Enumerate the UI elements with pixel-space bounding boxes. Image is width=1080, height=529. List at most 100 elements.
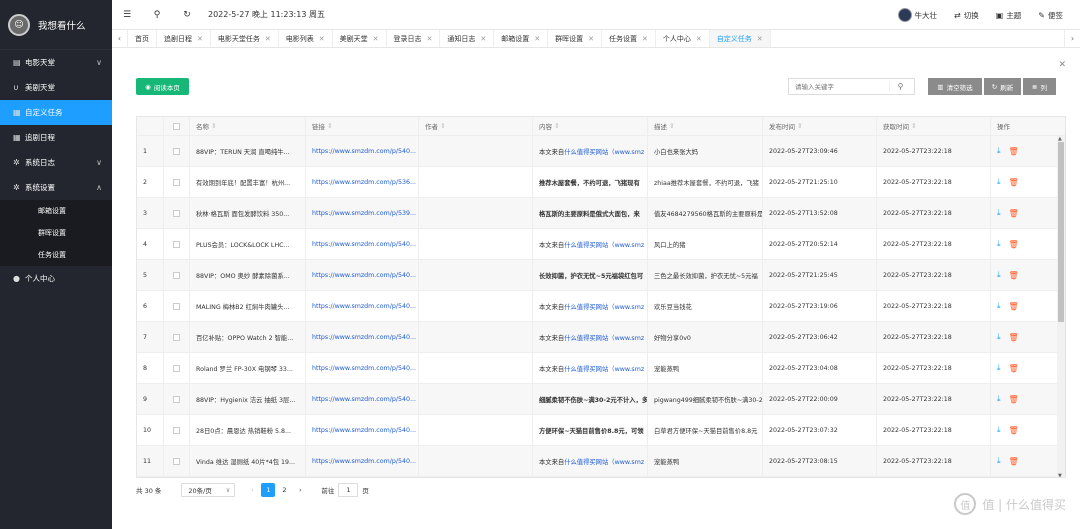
scroll-thumb[interactable] [1058,142,1064,322]
search-icon[interactable]: ⚲ [889,82,911,91]
download-icon[interactable]: ⤓ [997,363,1001,373]
cell-link[interactable]: https://www.smzdm.com/p/539... [306,198,419,228]
delete-icon[interactable]: 🗑 [1009,209,1019,218]
table-row[interactable]: 11 Vinda 维达 湿厕纸 40片*4包 19... https://www.s… [137,446,1065,477]
download-icon[interactable]: ⤓ [997,425,1001,435]
close-icon[interactable]: ✕ [265,35,271,43]
table-row[interactable]: 4 PLUS会员：LOCK&LOCK LHC... https://www.smzd… [137,229,1065,260]
row-checkbox[interactable] [173,271,180,279]
download-icon[interactable]: ⤓ [997,332,1001,342]
delete-icon[interactable]: 🗑 [1009,240,1019,249]
tab-8[interactable]: 群晖设置 ✕ [548,30,602,47]
sidebar-item-1[interactable]: ∪ 美剧天堂 [0,75,112,100]
search-icon[interactable]: ⚲ [142,10,172,20]
cell-link[interactable]: https://www.smzdm.com/p/540... [306,136,419,166]
user-menu[interactable]: 牛大壮 [897,8,937,22]
download-icon[interactable]: ⤓ [997,270,1001,280]
note-button[interactable]: ✎ 便签 [1038,10,1063,21]
row-checkbox[interactable] [173,364,180,372]
cell-link[interactable]: https://www.smzdm.com/p/540... [306,322,419,352]
tabs-next-icon[interactable]: › [1064,30,1080,47]
tabs-prev-icon[interactable]: ‹ [112,30,128,47]
refresh-icon[interactable]: ↻ [172,10,202,20]
download-icon[interactable]: ⤓ [997,177,1001,187]
row-checkbox[interactable] [173,395,180,403]
cell-link[interactable]: https://www.smzdm.com/p/540... [306,291,419,321]
vertical-scrollbar[interactable]: ▲ ▼ [1057,136,1065,477]
header-pub-time[interactable]: 发布时间 ⇕ [763,117,877,135]
cell-link[interactable]: https://www.smzdm.com/p/540... [306,229,419,259]
cell-link[interactable]: https://www.smzdm.com/p/540... [306,353,419,383]
table-row[interactable]: 1 88VIP：TERUN 天润 直喝纯牛... https://www.smzdm… [137,136,1065,167]
download-icon[interactable]: ⤓ [997,301,1001,311]
sidebar-item-0[interactable]: ▤ 电影天堂 ∨ [0,50,112,75]
row-checkbox[interactable] [173,240,180,248]
table-row[interactable]: 5 88VIP：OMO 奥妙 酵素除菌系... https://www.smzdm.… [137,260,1065,291]
close-icon[interactable]: ✕ [427,35,433,43]
tab-11[interactable]: 自定义任务 ✕ [709,30,771,47]
tab-3[interactable]: 电影列表 ✕ [279,30,333,47]
close-icon[interactable]: ✕ [373,35,379,43]
tab-2[interactable]: 电影天堂任务 ✕ [211,30,279,47]
download-icon[interactable]: ⤓ [997,208,1001,218]
close-icon[interactable]: ✕ [757,35,763,43]
close-icon[interactable]: ✕ [319,35,325,43]
row-checkbox[interactable] [173,426,180,434]
theme-button[interactable]: ▣ 主题 [996,10,1022,21]
sidebar-subitem-1[interactable]: 群晖设置 [0,222,112,244]
sidebar-item-3[interactable]: ▦ 追剧日程 [0,125,112,150]
header-link[interactable]: 链接 ⇕ [306,117,419,135]
sidebar-item-user-center[interactable]: ● 个人中心 [0,266,112,291]
read-page-button[interactable]: ◉ 阅读本页 [136,78,189,95]
tab-4[interactable]: 美剧天堂 ✕ [333,30,387,47]
sidebar-item-5[interactable]: ✲ 系统设置 ∧ [0,175,112,200]
header-got-time[interactable]: 获取时间 ⇕ [877,117,991,135]
switch-button[interactable]: ⇄ 切换 [954,10,979,21]
cell-link[interactable]: https://www.smzdm.com/p/540... [306,260,419,290]
close-icon[interactable]: ✕ [480,35,486,43]
table-row[interactable]: 2 有效期到年底！配置丰富！杭州... https://www.smzdm.com/… [137,167,1065,198]
cell-link[interactable]: https://www.smzdm.com/p/540... [306,446,419,476]
table-row[interactable]: 6 MALING 梅林B2 红焖牛肉罐头... https://www.smzdm.… [137,291,1065,322]
clear-filter-button[interactable]: ▥ 清空筛选 [928,78,982,95]
sidebar-item-4[interactable]: ✲ 系统日志 ∨ [0,150,112,175]
prev-page-icon[interactable]: ‹ [245,483,259,497]
sidebar-subitem-2[interactable]: 任务设置 [0,244,112,266]
table-row[interactable]: 10 28日0点：晨恩达 热销鞋粉 5.8... https://www.smzdm… [137,415,1065,446]
delete-icon[interactable]: 🗑 [1009,457,1019,466]
page-size-select[interactable]: 20条/页 ∨ [181,483,236,497]
close-icon[interactable]: ✕ [696,35,702,43]
sidebar-subitem-0[interactable]: 邮箱设置 [0,200,112,222]
cell-link[interactable]: https://www.smzdm.com/p/536... [306,167,419,197]
scroll-down-icon[interactable]: ▼ [1058,473,1062,477]
search-input[interactable] [789,82,889,91]
delete-icon[interactable]: 🗑 [1009,147,1019,156]
close-icon[interactable]: ✕ [642,35,648,43]
menu-toggle-icon[interactable]: ☰ [112,10,142,20]
download-icon[interactable]: ⤓ [997,456,1001,466]
tab-7[interactable]: 邮箱设置 ✕ [494,30,549,47]
close-icon[interactable]: ✕ [197,35,203,43]
header-desc[interactable]: 描述 ⇕ [648,117,763,135]
row-checkbox[interactable] [173,147,180,155]
delete-icon[interactable]: 🗑 [1009,395,1019,404]
header-content[interactable]: 内容 ⇕ [533,117,648,135]
table-row[interactable]: 7 百亿补贴：OPPO Watch 2 智能... https://www.smzd… [137,322,1065,353]
tab-0[interactable]: 首页 [128,30,157,47]
table-row[interactable]: 9 88VIP：Hygienix 洁云 抽纸 3层... https://www.s… [137,384,1065,415]
close-icon[interactable]: ✕ [588,35,594,43]
cell-link[interactable]: https://www.smzdm.com/p/540... [306,415,419,445]
delete-icon[interactable]: 🗑 [1009,426,1019,435]
goto-page-input[interactable]: 1 [338,483,359,497]
header-name[interactable]: 名称 ⇕ [190,117,306,135]
tab-10[interactable]: 个人中心 ✕ [656,30,710,47]
delete-icon[interactable]: 🗑 [1009,271,1019,280]
download-icon[interactable]: ⤓ [997,239,1001,249]
tab-1[interactable]: 追剧日程 ✕ [157,30,211,47]
close-icon[interactable]: ✕ [534,35,540,43]
page-1[interactable]: 1 [261,483,276,497]
row-checkbox[interactable] [173,457,180,465]
select-all-checkbox[interactable] [173,122,180,130]
table-row[interactable]: 8 Roland 罗兰 FP-30X 电钢琴 33... https://www.s… [137,353,1065,384]
download-icon[interactable]: ⤓ [997,394,1001,404]
